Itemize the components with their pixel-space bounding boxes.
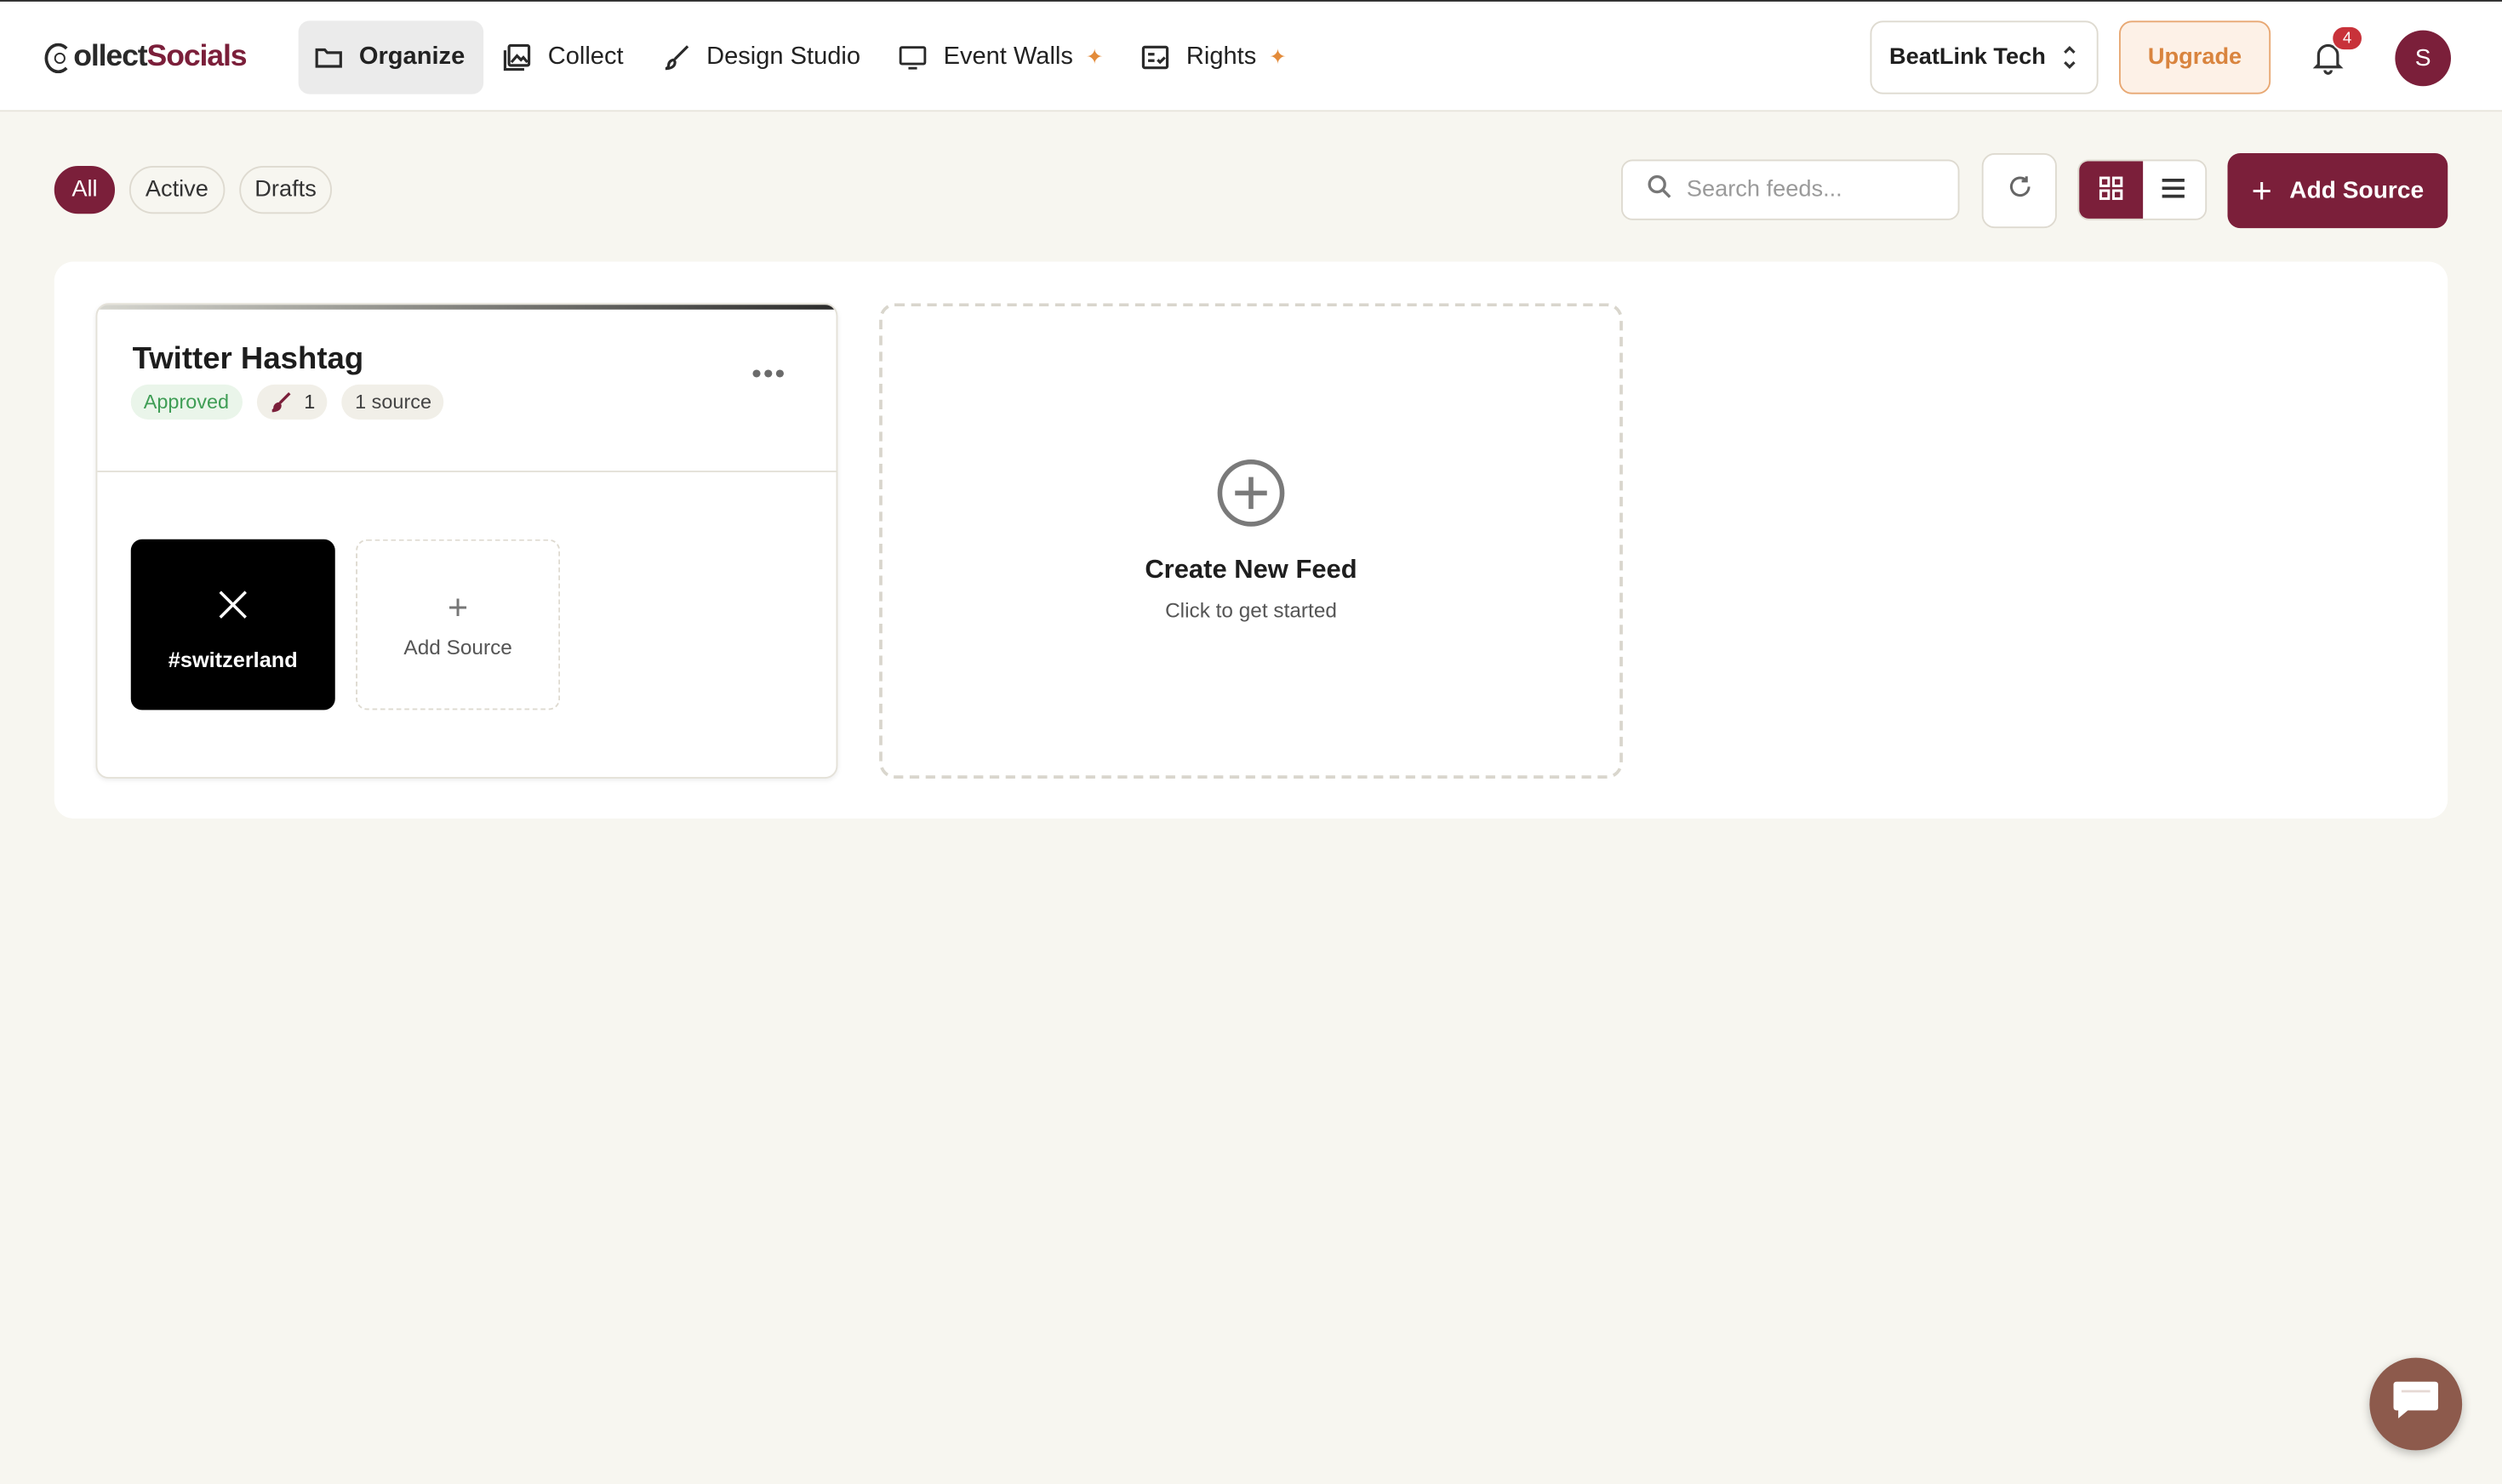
grid-icon — [2098, 174, 2123, 208]
list-icon — [2161, 174, 2186, 208]
refresh-icon — [2007, 174, 2032, 207]
nav-label: Design Studio — [706, 43, 861, 71]
workspace-switcher[interactable]: BeatLink Tech — [1870, 20, 2099, 94]
more-options-icon[interactable]: ••• — [751, 357, 786, 391]
notification-badge: 4 — [2331, 26, 2363, 51]
plus-circle-icon — [1216, 458, 1287, 536]
brush-icon — [269, 391, 291, 413]
sparkle-icon: ✦ — [1269, 44, 1287, 69]
list-view-button[interactable] — [2142, 161, 2205, 219]
create-feed-subtitle: Click to get started — [1165, 598, 1337, 623]
nav-rights[interactable]: Rights ✦ — [1126, 20, 1306, 94]
upgrade-button[interactable]: Upgrade — [2119, 20, 2271, 94]
nav-label: Organize — [358, 43, 466, 71]
x-logo-icon — [217, 587, 249, 632]
card-accent-line — [97, 305, 837, 310]
create-new-feed-card[interactable]: Create New Feed Click to get started — [879, 303, 1623, 779]
brush-icon — [662, 43, 691, 72]
plus-icon: + — [448, 587, 469, 627]
status-badge: Approved — [130, 384, 243, 420]
avatar[interactable]: S — [2395, 30, 2451, 87]
search-icon — [1647, 173, 1672, 206]
brand-logo[interactable]: ollect Socials — [44, 37, 248, 78]
logo-c-icon — [44, 42, 72, 73]
filter-all[interactable]: All — [54, 166, 116, 214]
logo-word-1: ollect — [73, 39, 147, 74]
filter-drafts[interactable]: Drafts — [238, 166, 333, 214]
nav-event-walls[interactable]: Event Walls ✦ — [883, 20, 1122, 94]
filter-chips: All Active Drafts — [54, 166, 347, 214]
add-source-tile-label: Add Source — [403, 635, 512, 659]
feed-badges: Approved 1 1 source — [130, 384, 459, 420]
nav-label: Collect — [547, 43, 624, 71]
nav-collect[interactable]: Collect — [487, 20, 643, 94]
sparkle-icon: ✦ — [1085, 44, 1104, 69]
card-divider — [97, 471, 837, 472]
add-source-label: Add Source — [2289, 177, 2425, 204]
logo-word-2: Socials — [146, 39, 248, 74]
main-nav: Organize Collect Design Studio Event Wal… — [298, 20, 1309, 94]
refresh-button[interactable] — [1981, 153, 2057, 229]
nav-label: Rights — [1185, 43, 1257, 71]
folder-icon — [314, 43, 343, 72]
checklist-icon — [1141, 43, 1170, 72]
nav-organize[interactable]: Organize — [298, 20, 484, 94]
design-count: 1 — [304, 391, 316, 414]
chevron-updown-icon — [2062, 42, 2078, 80]
plus-icon: + — [2251, 169, 2272, 210]
add-source-button[interactable]: + Add Source — [2227, 153, 2448, 229]
images-icon — [503, 43, 532, 72]
add-source-tile[interactable]: + Add Source — [356, 539, 561, 711]
nav-design-studio[interactable]: Design Studio — [646, 20, 880, 94]
source-tile[interactable]: #switzerland — [130, 539, 335, 711]
source-hashtag: #switzerland — [168, 648, 298, 672]
monitor-icon — [899, 43, 928, 72]
chat-icon — [2389, 1376, 2443, 1432]
grid-view-button[interactable] — [2079, 161, 2143, 219]
nav-label: Event Walls — [943, 43, 1073, 71]
top-header: ollect Socials Organize Collect Design S… — [0, 0, 2502, 112]
search-box — [1621, 159, 1960, 220]
feed-title: Twitter Hashtag — [132, 341, 364, 377]
search-input[interactable] — [1686, 177, 1942, 203]
sources-badge: 1 source — [342, 384, 445, 420]
design-count-badge: 1 — [255, 384, 328, 420]
create-feed-title: Create New Feed — [1145, 555, 1357, 585]
workspace-name: BeatLink Tech — [1889, 44, 2046, 71]
chat-button[interactable] — [2369, 1357, 2463, 1451]
view-toggle — [2077, 159, 2208, 220]
filter-active[interactable]: Active — [129, 166, 225, 214]
